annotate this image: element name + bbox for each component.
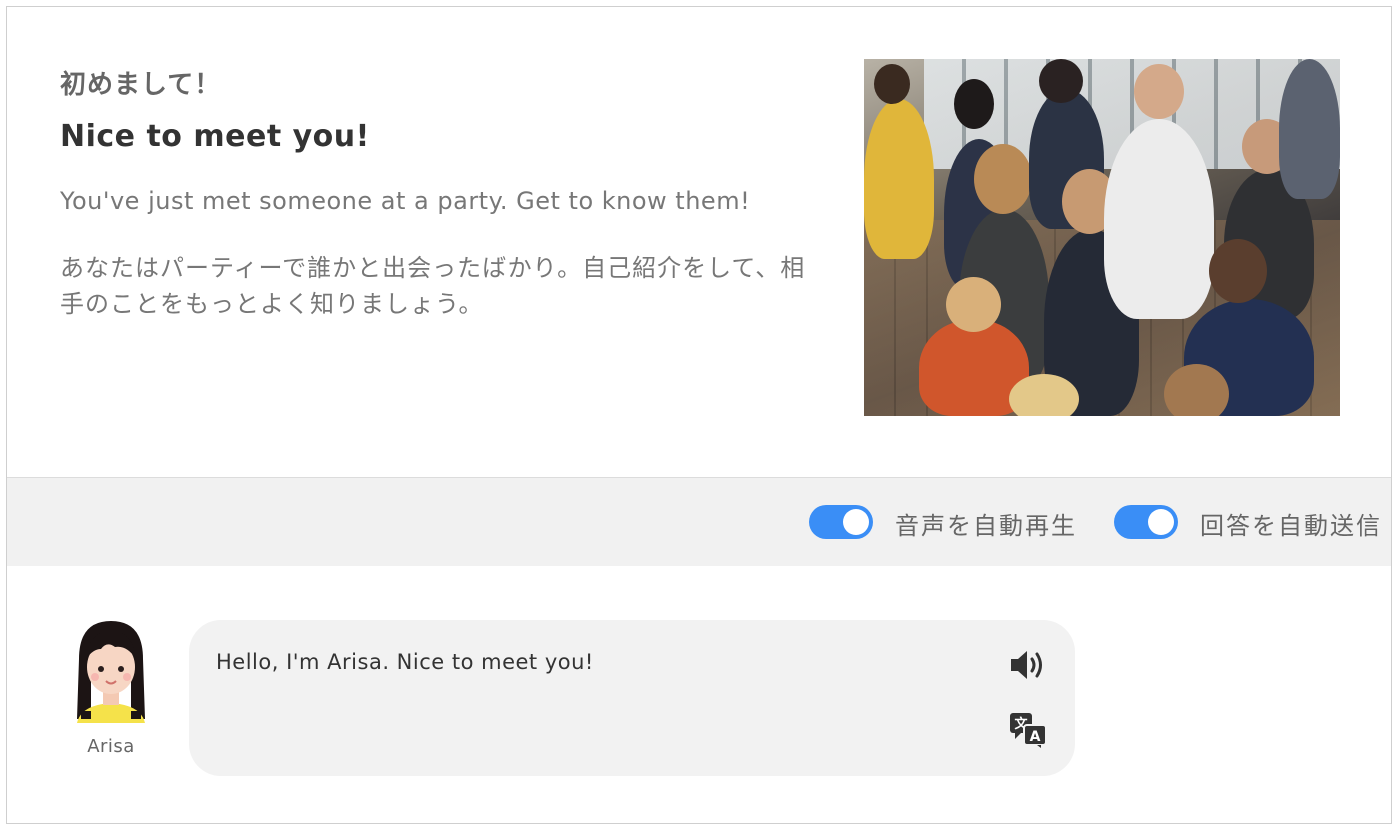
scenario-section: 初めまして！ Nice to meet you! You've just met… [7, 7, 1391, 478]
svg-text:A: A [1030, 729, 1041, 745]
translate-icon[interactable]: 文 A [1009, 712, 1047, 748]
auto-send-answer-label: 回答を自動送信 [1200, 512, 1382, 540]
scenario-title-ja: 初めまして！ [60, 70, 222, 100]
avatar-name: Arisa [87, 736, 135, 757]
message-bubble: Hello, I'm Arisa. Nice to meet you! 文 A [189, 620, 1075, 776]
speaker-icon[interactable] [1009, 648, 1047, 682]
message-text: Hello, I'm Arisa. Nice to meet you! [216, 650, 594, 674]
toggle-knob [843, 509, 869, 535]
avatar [71, 619, 151, 723]
auto-send-answer-toggle[interactable] [1114, 505, 1178, 539]
scenario-description-ja: あなたはパーティーで誰かと出会ったばかり。自己紹介をして、相手のことをもっとよく… [60, 254, 806, 318]
settings-bar: 音声を自動再生 回答を自動送信 [7, 478, 1391, 566]
autoplay-audio-toggle[interactable] [809, 505, 873, 539]
chat-area: Arisa Hello, I'm Arisa. Nice to meet you… [7, 567, 1391, 823]
scenario-description-en: You've just met someone at a party. Get … [60, 187, 751, 215]
scenario-title-en: Nice to meet you! [60, 119, 370, 154]
arisa-avatar-icon [77, 621, 145, 723]
toggle-knob [1148, 509, 1174, 535]
autoplay-audio-label: 音声を自動再生 [895, 512, 1077, 540]
lesson-frame: 初めまして！ Nice to meet you! You've just met… [6, 6, 1392, 824]
scenario-photo [864, 59, 1340, 416]
